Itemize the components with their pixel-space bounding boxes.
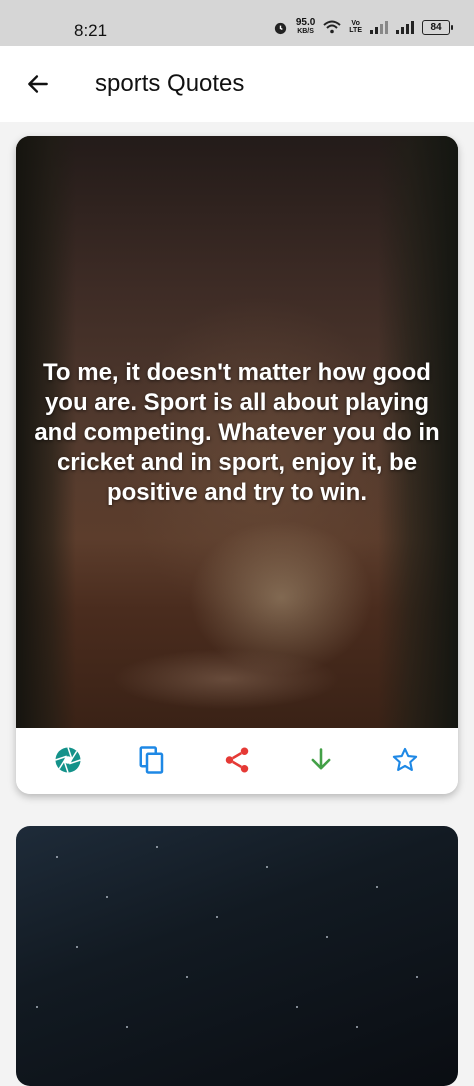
star-dot <box>36 1006 38 1008</box>
star-dot <box>56 856 58 858</box>
status-icons: 95.0 KB/S Vo LTE 84 <box>273 18 453 36</box>
star-dot <box>186 976 188 978</box>
star-icon <box>392 747 418 771</box>
copy-button[interactable] <box>132 740 172 780</box>
quote-card: To me, it doesn't matter how good you ar… <box>16 136 458 794</box>
alarm-icon <box>274 22 286 34</box>
star-dot <box>216 916 218 918</box>
battery-icon: 84 <box>422 19 453 35</box>
page-title: sports Quotes <box>95 70 245 97</box>
wifi-icon <box>323 20 341 34</box>
quote-actions <box>16 728 458 794</box>
arrow-left-icon <box>28 75 48 93</box>
signal-icon <box>396 21 414 34</box>
star-dot <box>126 1026 128 1028</box>
star-dot <box>326 936 328 938</box>
battery-level: 84 <box>430 21 442 33</box>
star-dot <box>376 886 378 888</box>
download-button[interactable] <box>301 740 341 780</box>
copy-icon <box>139 746 164 774</box>
share-icon <box>225 747 249 773</box>
star-dot <box>416 976 418 978</box>
download-icon <box>311 748 331 770</box>
network-speed-value: 95.0 <box>295 17 316 28</box>
back-button[interactable] <box>20 66 56 102</box>
quote-text: To me, it doesn't matter how good you ar… <box>34 359 440 506</box>
set-wallpaper-button[interactable] <box>48 740 88 780</box>
signal-icon <box>370 21 388 34</box>
quote-card-next <box>16 826 458 1086</box>
volte-top: Vo <box>351 20 360 27</box>
camera-shutter-icon <box>55 747 81 773</box>
star-dot <box>266 866 268 868</box>
quote-background-image: To me, it doesn't matter how good you ar… <box>16 136 458 728</box>
volte-indicator: Vo LTE <box>349 20 362 34</box>
star-dot <box>156 846 158 848</box>
status-bar: 8:21 95.0 KB/S Vo LTE 84 <box>0 0 474 46</box>
network-speed-unit: KB/S <box>297 28 314 35</box>
star-dot <box>106 896 108 898</box>
volte-bottom: LTE <box>349 27 362 34</box>
app-bar: sports Quotes <box>0 46 474 122</box>
favorite-button[interactable] <box>385 740 425 780</box>
network-speed: 95.0 KB/S <box>296 18 315 36</box>
star-dot <box>76 946 78 948</box>
star-dot <box>356 1026 358 1028</box>
star-dot <box>296 1006 298 1008</box>
forest-path <box>76 606 376 728</box>
status-time: 8:21 <box>74 21 108 40</box>
share-button[interactable] <box>217 740 257 780</box>
